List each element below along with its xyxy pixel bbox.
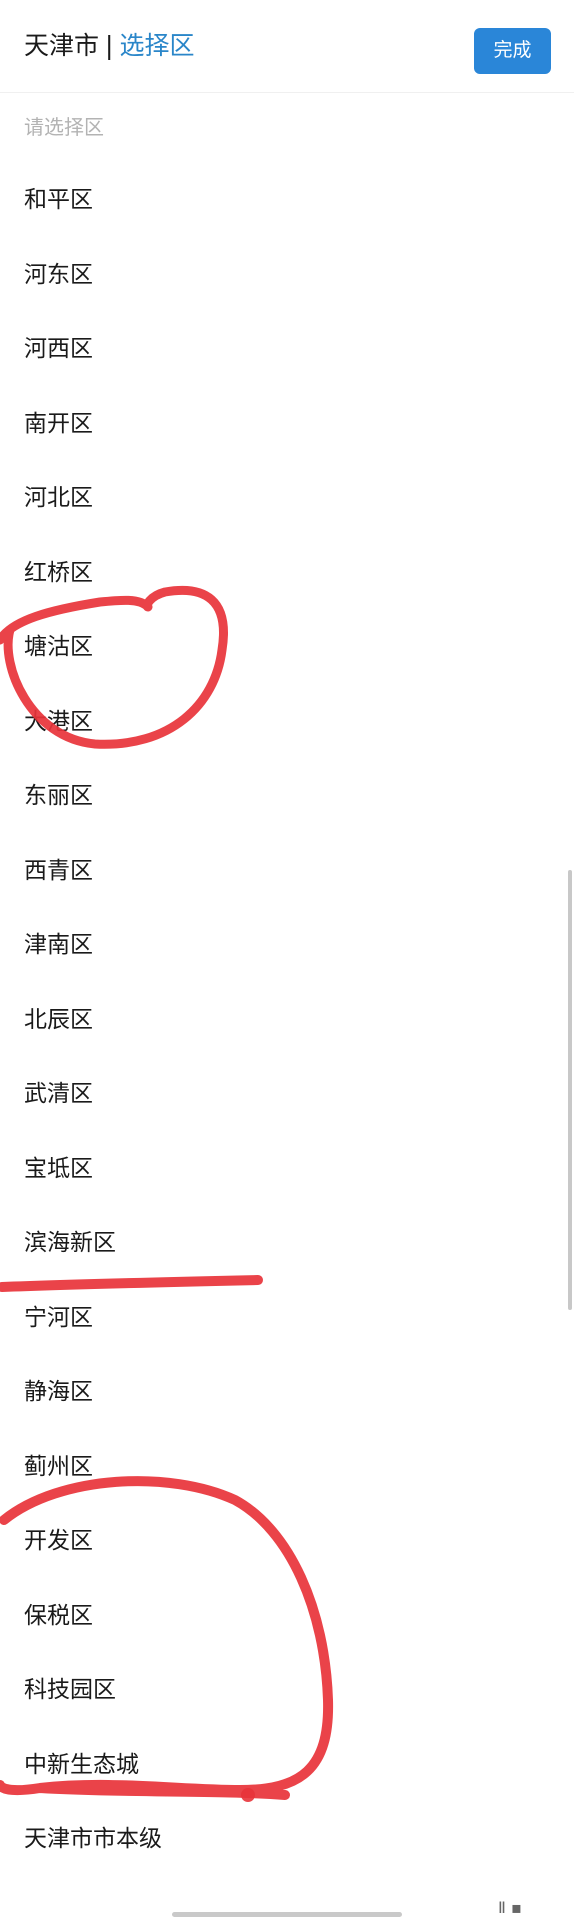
district-item[interactable]: 西青区 xyxy=(24,851,544,891)
district-item[interactable]: 武清区 xyxy=(24,1074,544,1114)
top-bar: 天津市 | 选择区 完成 xyxy=(0,0,574,93)
district-item[interactable]: 保税区 xyxy=(24,1596,544,1636)
district-item[interactable]: 河东区 xyxy=(24,255,544,295)
district-item[interactable]: 宝坻区 xyxy=(24,1149,544,1189)
district-item[interactable]: 蓟州区 xyxy=(24,1447,544,1487)
district-item[interactable]: 东丽区 xyxy=(24,776,544,816)
breadcrumb: 天津市 | 选择区 xyxy=(24,30,194,62)
district-item[interactable]: 北辰区 xyxy=(24,1000,544,1040)
select-district-placeholder: 请选择区 xyxy=(24,115,104,139)
breadcrumb-separator: | xyxy=(105,31,114,60)
district-item[interactable]: 天津市市本级 xyxy=(24,1819,544,1859)
home-indicator[interactable] xyxy=(172,1912,402,1917)
district-item[interactable]: 南开区 xyxy=(24,404,544,444)
district-item[interactable]: 中新生态城 xyxy=(24,1745,544,1785)
district-item[interactable]: 河西区 xyxy=(24,329,544,369)
district-item[interactable]: 宁河区 xyxy=(24,1298,544,1338)
district-item[interactable]: 开发区 xyxy=(24,1521,544,1561)
district-item[interactable]: 红桥区 xyxy=(24,553,544,593)
district-item[interactable]: 静海区 xyxy=(24,1372,544,1412)
district-item[interactable]: 科技园区 xyxy=(24,1670,544,1710)
done-button[interactable]: 完成 xyxy=(474,28,551,74)
district-item[interactable]: 津南区 xyxy=(24,925,544,965)
scrollbar[interactable] xyxy=(568,870,572,1310)
city-name[interactable]: 天津市 xyxy=(24,31,99,60)
annotation-underline xyxy=(0,1275,263,1292)
district-item[interactable]: 大港区 xyxy=(24,702,544,742)
current-step: 选择区 xyxy=(119,31,195,60)
district-item[interactable]: 塘沽区 xyxy=(24,627,544,667)
watermark: Ⅱ ▪ xyxy=(498,1898,522,1917)
district-item[interactable]: 和平区 xyxy=(24,180,544,220)
district-item[interactable]: 河北区 xyxy=(24,478,544,518)
district-item[interactable]: 滨海新区 xyxy=(24,1223,544,1263)
